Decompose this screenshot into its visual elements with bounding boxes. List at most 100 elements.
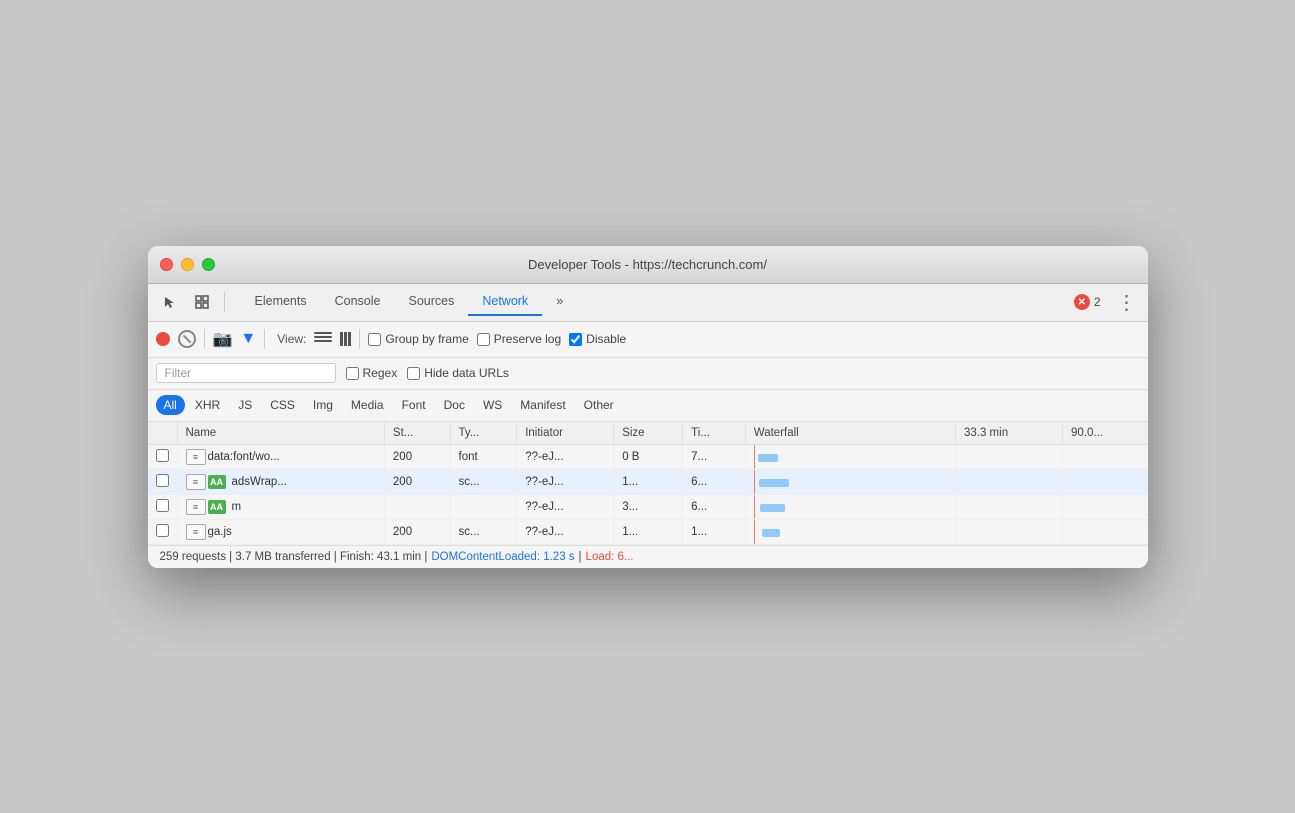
tab-network[interactable]: Network xyxy=(468,288,542,316)
type-filter-ws[interactable]: WS xyxy=(475,395,510,415)
extra-time-cell2 xyxy=(1063,494,1148,519)
type-filter-media[interactable]: Media xyxy=(343,395,392,415)
regex-checkbox[interactable] xyxy=(346,367,359,380)
file-name: adsWrap... xyxy=(232,476,287,488)
file-icon: ≡ xyxy=(186,474,206,490)
col-time[interactable]: Ti... xyxy=(683,422,746,445)
type-cell xyxy=(450,494,517,519)
type-filter-doc[interactable]: Doc xyxy=(436,395,473,415)
row-checkbox[interactable] xyxy=(156,499,169,512)
sec-divider-1 xyxy=(204,329,205,349)
table-header: Name St... Ty... Initiator Size Ti... Wa… xyxy=(148,422,1148,445)
time-cell: 1... xyxy=(683,519,746,544)
group-by-frame-text: Group by frame xyxy=(385,332,468,346)
file-icon: ≡ xyxy=(186,449,206,465)
status-cell: 200 xyxy=(384,519,450,544)
error-badge[interactable]: ✕ 2 xyxy=(1068,292,1107,312)
close-button[interactable] xyxy=(160,258,173,271)
preserve-log-checkbox[interactable] xyxy=(477,333,490,346)
status-bar: 259 requests | 3.7 MB transferred | Fini… xyxy=(148,545,1148,568)
aa-badge: AA xyxy=(208,500,226,514)
tab-elements[interactable]: Elements xyxy=(241,288,321,316)
type-filter-img[interactable]: Img xyxy=(305,395,341,415)
group-by-frame-checkbox[interactable] xyxy=(368,333,381,346)
hide-data-urls-label[interactable]: Hide data URLs xyxy=(407,366,509,380)
disable-cache-checkbox[interactable] xyxy=(569,333,582,346)
size-cell: 1... xyxy=(614,519,683,544)
disable-cache-label[interactable]: Disable xyxy=(569,332,626,346)
extra-time-cell2 xyxy=(1063,444,1148,469)
dom-content-loaded-label: DOMContentLoaded: 1.23 s xyxy=(431,551,574,563)
type-cell: font xyxy=(450,444,517,469)
list-view-line xyxy=(314,332,332,334)
table-row[interactable]: ≡ ga.js 200 sc... ??-eJ... 1... 1... xyxy=(148,519,1148,544)
cursor-tool[interactable] xyxy=(156,288,184,316)
group-by-frame-label[interactable]: Group by frame xyxy=(368,332,468,346)
status-cell: 200 xyxy=(384,444,450,469)
devtools-window: Developer Tools - https://techcrunch.com… xyxy=(148,246,1148,568)
table-row[interactable]: ≡ AA m ??-eJ... 3... 6... xyxy=(148,494,1148,519)
time-cell: 7... xyxy=(683,444,746,469)
status-cell: 200 xyxy=(384,469,450,494)
grid-bar xyxy=(340,332,343,346)
hide-data-urls-checkbox[interactable] xyxy=(407,367,420,380)
titlebar: Developer Tools - https://techcrunch.com… xyxy=(148,246,1148,284)
waterfall-bar xyxy=(758,454,778,462)
col-type[interactable]: Ty... xyxy=(450,422,517,445)
col-name[interactable]: Name xyxy=(177,422,384,445)
row-checkbox[interactable] xyxy=(156,474,169,487)
initiator-cell: ??-eJ... xyxy=(517,494,614,519)
time-cell: 6... xyxy=(683,469,746,494)
aa-badge: AA xyxy=(208,475,226,489)
minimize-button[interactable] xyxy=(181,258,194,271)
type-filter-xhr[interactable]: XHR xyxy=(187,395,228,415)
row-checkbox[interactable] xyxy=(156,449,169,462)
tab-more[interactable]: » xyxy=(542,288,577,316)
type-filter-manifest[interactable]: Manifest xyxy=(512,395,573,415)
col-waterfall[interactable]: Waterfall xyxy=(745,422,955,445)
camera-icon[interactable]: 📷 xyxy=(213,329,233,349)
sec-divider-3 xyxy=(359,329,360,349)
type-filter-css[interactable]: CSS xyxy=(262,395,303,415)
record-button[interactable] xyxy=(156,332,170,346)
maximize-button[interactable] xyxy=(202,258,215,271)
type-cell: sc... xyxy=(450,519,517,544)
grid-bar xyxy=(348,332,351,346)
row-checkbox[interactable] xyxy=(156,524,169,537)
col-size[interactable]: Size xyxy=(614,422,683,445)
row-checkbox-cell xyxy=(148,469,178,494)
inspector-tool[interactable] xyxy=(188,288,216,316)
tab-sources[interactable]: Sources xyxy=(394,288,468,316)
time-cell: 6... xyxy=(683,494,746,519)
file-icon: ≡ xyxy=(186,524,206,540)
waterfall-bar xyxy=(762,529,780,537)
type-filter-all[interactable]: All xyxy=(156,395,185,415)
traffic-lights xyxy=(160,258,215,271)
regex-text: Regex xyxy=(363,366,398,380)
type-filter-font[interactable]: Font xyxy=(394,395,434,415)
more-options-button[interactable]: ⋮ xyxy=(1113,290,1140,315)
table-row[interactable]: ≡ data:font/wo... 200 font ??-eJ... 0 B … xyxy=(148,444,1148,469)
list-view-line xyxy=(314,336,332,338)
status-cell xyxy=(384,494,450,519)
inspector-icon xyxy=(195,295,209,309)
clear-button[interactable] xyxy=(178,330,196,348)
extra-time-cell xyxy=(955,519,1062,544)
col-status[interactable]: St... xyxy=(384,422,450,445)
filter-icon[interactable]: ▼ xyxy=(240,330,256,348)
list-view-button[interactable] xyxy=(314,332,332,346)
hide-data-urls-text: Hide data URLs xyxy=(424,366,509,380)
preserve-log-label[interactable]: Preserve log xyxy=(477,332,561,346)
filter-input[interactable] xyxy=(156,363,336,383)
tab-console[interactable]: Console xyxy=(321,288,395,316)
regex-label[interactable]: Regex xyxy=(346,366,398,380)
col-initiator[interactable]: Initiator xyxy=(517,422,614,445)
grid-view-button[interactable] xyxy=(340,332,351,346)
type-filter-other[interactable]: Other xyxy=(576,395,622,415)
waterfall-marker xyxy=(754,495,755,519)
view-label: View: xyxy=(277,332,306,346)
extra-time-cell2 xyxy=(1063,469,1148,494)
type-filter-js[interactable]: JS xyxy=(230,395,260,415)
table-row[interactable]: ≡ AA adsWrap... 200 sc... ??-eJ... 1... … xyxy=(148,469,1148,494)
type-cell: sc... xyxy=(450,469,517,494)
